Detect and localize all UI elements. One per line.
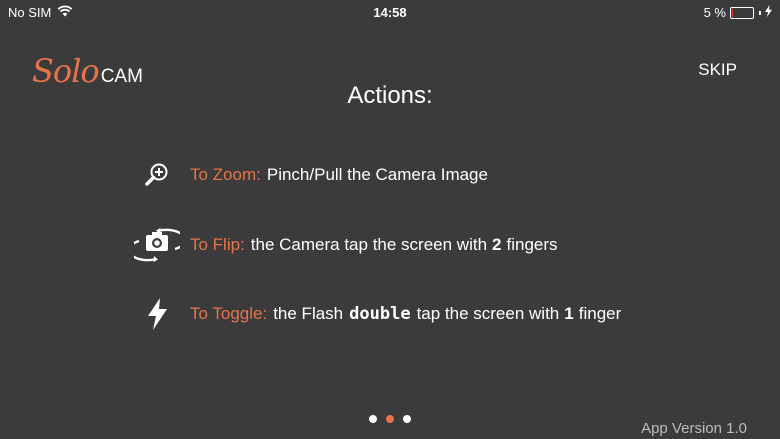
action-text: finger — [578, 304, 622, 323]
action-label: To Flip: — [190, 235, 245, 254]
app-version: App Version 1.0 — [641, 420, 747, 437]
battery-tip — [759, 10, 761, 15]
page-dot-2[interactable] — [386, 415, 394, 423]
action-text: tap the screen with — [416, 304, 560, 323]
action-flip: To Flip: the Camera tap the screen with … — [134, 228, 558, 262]
skip-button[interactable]: SKIP — [698, 60, 737, 80]
bolt-icon — [765, 5, 772, 20]
action-text: Pinch/Pull the Camera Image — [266, 165, 488, 184]
action-zoom: To Zoom: Pinch/Pull the Camera Image — [134, 161, 488, 189]
status-right: 5 % — [704, 5, 772, 20]
action-label: To Toggle: — [190, 304, 268, 323]
battery-icon — [730, 6, 754, 19]
double-keyword: double — [349, 304, 411, 324]
action-text: the Camera tap the screen with — [250, 235, 488, 254]
flash-icon — [134, 298, 180, 330]
action-text: the Flash — [273, 304, 344, 323]
status-time: 14:58 — [373, 5, 407, 20]
zoom-in-icon — [134, 161, 180, 189]
action-label: To Zoom: — [190, 165, 261, 184]
page-dot-1[interactable] — [369, 415, 377, 423]
page-dot-3[interactable] — [403, 415, 411, 423]
camera-flip-icon — [134, 228, 180, 262]
action-text: fingers — [506, 235, 558, 254]
finger-count: 1 — [564, 304, 574, 323]
status-bar: No SIM 14:58 5 % — [0, 0, 780, 24]
battery-percent: 5 % — [703, 5, 726, 20]
page-title: Actions: — [347, 82, 433, 109]
battery-fill — [732, 8, 733, 17]
finger-count: 2 — [492, 235, 502, 254]
action-toggle: To Toggle: the Flash double tap the scre… — [134, 298, 621, 330]
